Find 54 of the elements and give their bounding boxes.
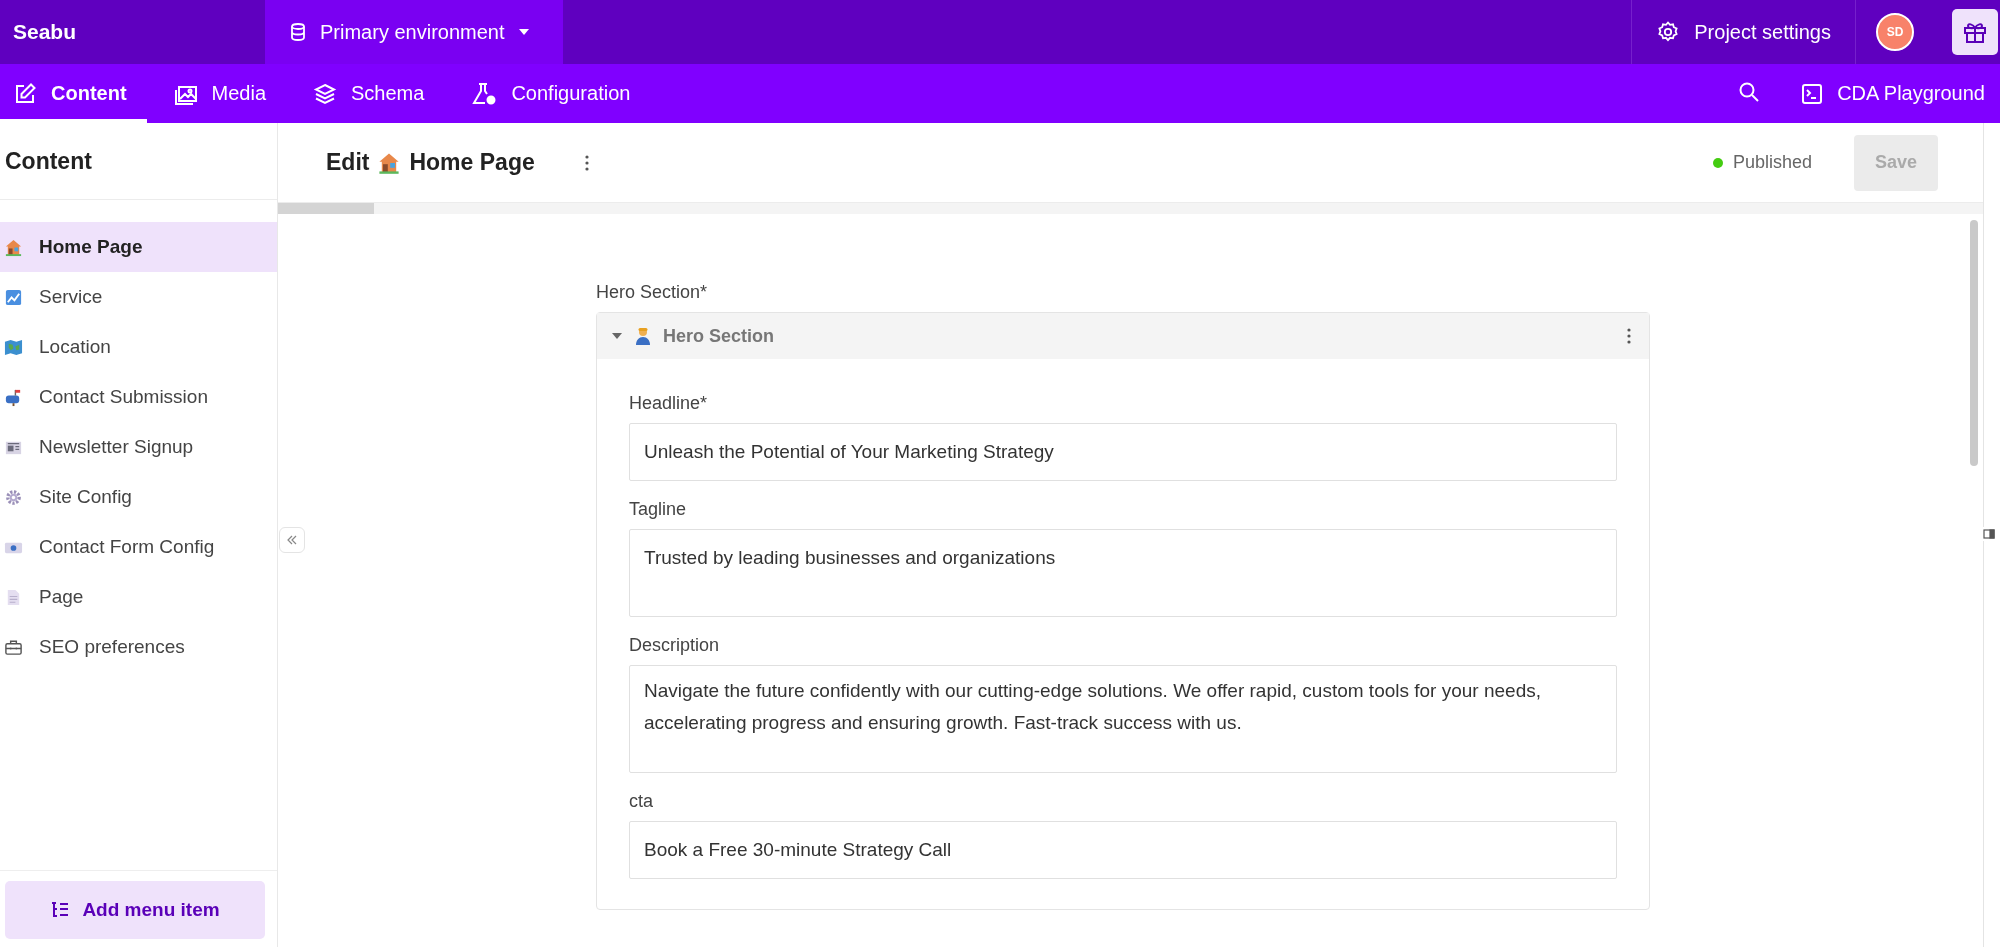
environment-dropdown[interactable]: Primary environment xyxy=(265,0,563,64)
more-options-icon[interactable] xyxy=(1627,328,1631,344)
nav-tab[interactable]: Media xyxy=(160,64,287,123)
sidebar-item[interactable]: Contact Submission xyxy=(0,372,277,422)
chart-icon xyxy=(4,287,23,307)
nav-tab[interactable]: Schema xyxy=(300,64,445,123)
scroll-thumb[interactable] xyxy=(278,203,374,214)
settings-icon xyxy=(1656,20,1681,44)
page-title: Home Page xyxy=(409,149,535,176)
sidebar-title: Content xyxy=(0,123,277,200)
sidebar-item[interactable]: Site Config xyxy=(0,472,277,522)
input-field[interactable]: Unleash the Potential of Your Marketing Strategy xyxy=(629,423,1617,481)
collapse-sidebar-button[interactable] xyxy=(279,527,305,553)
sidebar-item[interactable]: Newsletter Signup xyxy=(0,422,277,472)
cda-playground-button[interactable]: CDA Playground xyxy=(1788,64,2000,123)
edit-icon xyxy=(13,81,37,106)
person-icon xyxy=(633,326,653,346)
gear-icon xyxy=(4,487,23,507)
brand-name[interactable]: Seabu xyxy=(0,0,265,64)
map-icon xyxy=(4,337,23,357)
publish-status: Published xyxy=(1732,152,1812,173)
field-label: Tagline xyxy=(629,499,688,520)
caret-icon xyxy=(611,331,623,341)
edit-label: Edit xyxy=(326,149,370,176)
flask-icon xyxy=(471,81,498,106)
gift-icon[interactable] xyxy=(1952,9,1998,55)
panel-toggle-icon[interactable] xyxy=(1981,527,1997,541)
mailbox-icon xyxy=(4,387,23,407)
sidebar-item[interactable]: SEO preferences xyxy=(0,622,277,672)
sidebar-item[interactable]: Page xyxy=(0,572,277,622)
nav-tab[interactable]: Configuration xyxy=(458,64,651,123)
nav-tab[interactable]: Content xyxy=(0,64,147,123)
input-field[interactable]: Book a Free 30-minute Strategy Call xyxy=(629,821,1617,879)
field-label: Description xyxy=(629,635,721,656)
house-icon xyxy=(4,237,23,257)
layers-icon xyxy=(313,81,338,106)
field-label: Hero Section* xyxy=(596,282,709,303)
scroll-thumb[interactable] xyxy=(1970,220,1978,466)
add-menu-item-button[interactable]: Add menu item xyxy=(5,881,265,939)
text-area[interactable]: Navigate the future confidently with our cutting-edge solutions. We offer rapid, custom tools for your needs, accelerating progress and ensuring growth. Fast-track success with us. xyxy=(629,665,1617,773)
text-area[interactable]: Trusted by leading businesses and organizations xyxy=(629,529,1617,617)
database-icon xyxy=(288,22,308,42)
sidebar-item[interactable]: Location xyxy=(0,322,277,372)
section-header[interactable]: Hero Section xyxy=(597,313,1649,359)
status-dot-icon xyxy=(1712,157,1723,168)
list-tree-icon xyxy=(50,901,71,919)
sidebar-item[interactable]: Contact Form Config xyxy=(0,522,277,572)
sidebar-item[interactable]: Home Page xyxy=(0,222,277,272)
sidebar-item[interactable]: Service xyxy=(0,272,277,322)
field-label: Headline* xyxy=(629,393,709,414)
field-label: cta xyxy=(629,791,654,812)
double-chevron-icon xyxy=(286,534,298,546)
caret-icon xyxy=(516,27,531,37)
terminal-icon xyxy=(1801,82,1824,105)
